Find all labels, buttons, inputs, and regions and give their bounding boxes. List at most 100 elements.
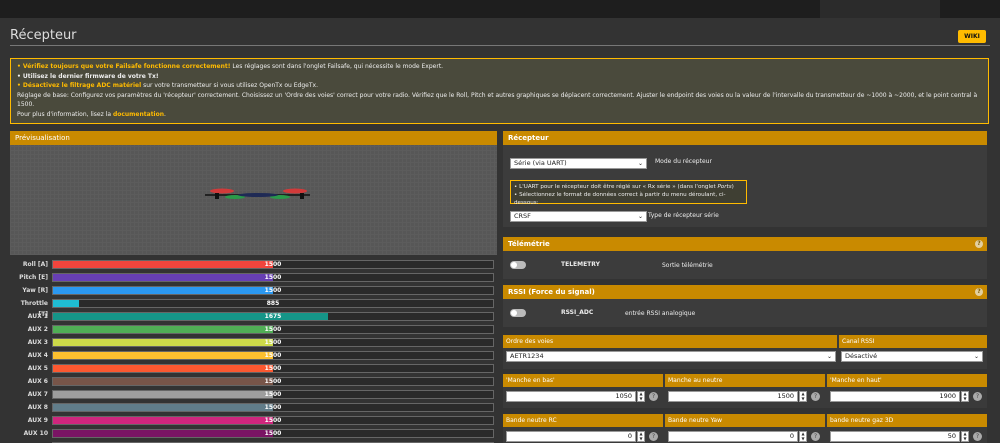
channel-track: 1500 <box>52 338 494 347</box>
channel-label: AUX 2 <box>27 326 48 333</box>
deadband-section: Bande neutre RC Bande neutre Yaw bande n… <box>503 414 987 443</box>
note-basic-setup: Réglage de base: Configurez vos paramètr… <box>17 91 978 109</box>
note-adc-warning: • Désactivez le filtrage ADC matériel <box>17 82 142 89</box>
throttle-deadband-input[interactable]: 50 <box>830 431 960 442</box>
channel-value: 1500 <box>264 274 282 281</box>
rssi-header: RSSI (Force du signal)? <box>503 285 987 299</box>
channel-label: AUX 6 <box>27 378 48 385</box>
channel-track: 1500 <box>52 273 494 282</box>
stick-high-input[interactable]: 1900 <box>830 391 960 402</box>
note-more-info: Pour plus d'information, lisez la <box>17 110 113 118</box>
serial-receiver-select[interactable]: CRSF ⌄ <box>510 211 647 222</box>
channel-label: AUX 7 <box>27 391 48 398</box>
rssi-panel: RSSI (Force du signal)? RSSI_ADC entrée … <box>503 285 987 327</box>
channel-value: 1500 <box>264 339 282 346</box>
help-icon[interactable]: ? <box>649 392 658 401</box>
telemetry-feature-desc: Sortie télémétrie <box>662 262 713 269</box>
model-preview <box>10 145 497 255</box>
stick-low-input[interactable]: 1050 <box>506 391 636 402</box>
help-icon[interactable]: ? <box>649 432 658 441</box>
note-failsafe-text: Les réglages sont dans l'onglet Failsafe… <box>230 63 444 70</box>
wiki-button[interactable]: WIKI <box>958 30 986 43</box>
channel-value: 1500 <box>264 417 282 424</box>
help-icon[interactable]: ? <box>975 288 983 296</box>
title-divider <box>10 45 990 46</box>
channel-row: AUX 4 1500 <box>10 350 497 361</box>
channel-map-input[interactable]: AETR1234 ⌄ <box>506 351 836 362</box>
telemetry-panel: Télémétrie? TELEMETRY Sortie télémétrie <box>503 237 987 279</box>
channel-row: AUX 2 1500 <box>10 324 497 335</box>
stepper-icon[interactable]: ▲ ▼ <box>961 391 969 402</box>
quad-model-icon <box>205 188 310 199</box>
rc-deadband-input[interactable]: 0 <box>506 431 636 442</box>
channel-row: Throttle [T] 885 <box>10 298 497 318</box>
rssi-feature-desc: entrée RSSI analogique <box>625 310 696 317</box>
channel-track: 1500 <box>52 286 494 295</box>
stepper-icon[interactable]: ▲ ▼ <box>637 391 645 402</box>
channel-label: AUX 9 <box>27 417 48 424</box>
channel-label: AUX 3 <box>27 339 48 346</box>
stick-center-header: Manche au neutre <box>665 374 825 387</box>
help-icon[interactable]: ? <box>975 240 983 248</box>
channel-value: 1500 <box>264 326 282 333</box>
throttle-deadband-header: bande neutre gaz 3D <box>827 414 987 427</box>
preview-panel: Prévisualisation Roll [A] 1500 Pitch [E] 15… <box>10 131 497 443</box>
channel-row: Pitch [E] 1500 <box>10 272 497 283</box>
channel-row: AUX 6 1500 <box>10 376 497 387</box>
receiver-panel: Récepteur Série (via UART) ⌄ Mode du réce… <box>503 131 987 227</box>
serial-receiver-label: Type de récepteur série <box>648 212 719 219</box>
channel-value: 1500 <box>264 261 282 268</box>
channel-label: Pitch [E] <box>19 274 48 281</box>
stick-section: 'Manche en bas' Manche au neutre 'Manche… <box>503 374 987 408</box>
help-icon[interactable]: ? <box>811 432 820 441</box>
channel-track: 1675 <box>52 312 494 321</box>
telemetry-toggle[interactable] <box>510 261 526 269</box>
channel-track: 885 <box>52 299 494 308</box>
note-adc-text: sur votre transmetteur si vous utilisez … <box>141 82 318 89</box>
rssi-channel-header: Canal RSSI <box>839 335 987 348</box>
help-icon[interactable]: ? <box>811 392 820 401</box>
help-icon[interactable]: ? <box>973 392 982 401</box>
chevron-down-icon: ⌄ <box>637 160 643 167</box>
channel-map-section: Ordre des voies Canal RSSI AETR1234 ⌄ Dés… <box>503 335 987 369</box>
channel-label: AUX 4 <box>27 352 48 359</box>
channel-track: 1500 <box>52 403 494 412</box>
channel-row: AUX 9 1500 <box>10 415 497 426</box>
channel-value: 1500 <box>264 391 282 398</box>
receiver-mode-select[interactable]: Série (via UART) ⌄ <box>510 158 647 169</box>
channel-value: 1500 <box>264 287 282 294</box>
preview-header: Prévisualisation <box>10 131 497 145</box>
channel-track: 1500 <box>52 325 494 334</box>
channel-row: AUX 3 1500 <box>10 337 497 348</box>
telemetry-feature-name: TELEMETRY <box>561 261 600 268</box>
channel-value: 1500 <box>264 404 282 411</box>
stepper-icon[interactable]: ▲ ▼ <box>961 431 969 442</box>
stepper-icon[interactable]: ▲ ▼ <box>637 431 645 442</box>
note-firmware: • Utilisez le dernier firmware de votre … <box>17 72 159 80</box>
documentation-link[interactable]: documentation <box>113 111 164 118</box>
rssi-channel-select[interactable]: Désactivé ⌄ <box>841 351 983 362</box>
help-icon[interactable]: ? <box>973 432 982 441</box>
channel-row: AUX 8 1500 <box>10 402 497 413</box>
uart-hint-box: • L'UART pour le récepteur doit être rég… <box>510 180 747 206</box>
telemetry-header: Télémétrie? <box>503 237 987 251</box>
rc-deadband-header: Bande neutre RC <box>503 414 663 427</box>
rssi-adc-toggle[interactable] <box>510 309 526 317</box>
stick-center-input[interactable]: 1500 <box>668 391 798 402</box>
chevron-down-icon: ⌄ <box>826 353 832 360</box>
top-bar <box>0 0 1000 18</box>
channel-label: Roll [A] <box>22 261 48 268</box>
channel-track: 1500 <box>52 364 494 373</box>
channel-value: 1500 <box>264 352 282 359</box>
yaw-deadband-input[interactable]: 0 <box>668 431 798 442</box>
channel-value: 885 <box>266 300 280 307</box>
channel-row: AUX 10 1500 <box>10 428 497 439</box>
stepper-icon[interactable]: ▲ ▼ <box>799 391 807 402</box>
yaw-deadband-header: Bande neutre Yaw <box>665 414 825 427</box>
channel-label: AUX 8 <box>27 404 48 411</box>
receiver-tab-content: Récepteur WIKI • Vérifiez toujours que v… <box>0 18 1000 443</box>
channel-label: AUX 5 <box>27 365 48 372</box>
stepper-icon[interactable]: ▲ ▼ <box>799 431 807 442</box>
receiver-header: Récepteur <box>503 131 987 145</box>
channel-label: AUX 1 <box>27 313 48 320</box>
